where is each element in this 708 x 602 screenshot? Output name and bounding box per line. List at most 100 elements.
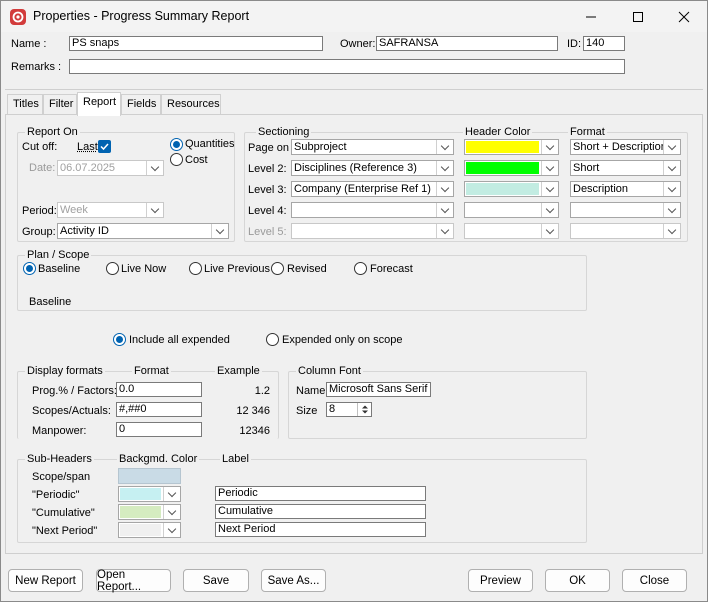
tab-fields[interactable]: Fields [121,94,161,115]
expended-only-on-scope-radio[interactable] [266,333,279,346]
next-period-color-select[interactable] [118,522,181,538]
page-on-color-select[interactable] [464,139,559,155]
tab-report[interactable]: Report [77,92,121,116]
chevron-down-icon [163,523,180,537]
page-on-label: Page on [248,142,289,154]
quantities-radio[interactable] [170,138,183,151]
baseline-label: Baseline [38,263,81,275]
name-label: Name : [11,38,47,50]
group-label: Group: [22,226,56,238]
chevron-down-icon [436,182,453,196]
name-field[interactable]: PS snaps [69,36,323,51]
include-all-expended-radio[interactable] [113,333,126,346]
chevron-down-icon [436,224,453,238]
id-field[interactable]: 140 [583,36,625,51]
color-swatch [120,524,161,536]
cumulative-label-field[interactable]: Cumulative [215,504,426,519]
chevron-down-icon [436,203,453,217]
maximize-button[interactable] [615,1,661,32]
revised-radio[interactable] [271,262,284,275]
remarks-field[interactable] [69,59,625,74]
periodic-label-field[interactable]: Periodic [215,486,426,501]
manpower-format-field[interactable]: 0 [116,422,202,437]
sectioning-title: Sectioning [256,126,312,138]
format-title: Format [568,126,607,138]
tab-filter[interactable]: Filter [43,94,77,115]
close-window-button[interactable] [661,1,707,32]
chevron-down-icon [436,161,453,175]
revised-label: Revised [287,263,327,275]
level-5-select[interactable] [291,223,454,239]
level-3-select[interactable]: Company (Enterprise Ref 1) [291,181,454,197]
last-checkbox[interactable] [98,140,111,153]
tab-resources[interactable]: Resources [161,94,221,115]
baseline-radio[interactable] [23,262,36,275]
live-previous-radio[interactable] [189,262,202,275]
close-button[interactable]: Close [622,569,687,592]
level-2-select[interactable]: Disciplines (Reference 3) [291,160,454,176]
font-size-label: Size [296,405,318,417]
background-color-header: Backgmd. Color [117,453,200,465]
ok-button[interactable]: OK [545,569,610,592]
level-3-format-value: Description [573,183,629,195]
chevron-down-icon [541,161,558,175]
open-report-button[interactable]: Open Report... [96,569,171,593]
periodic-color-select[interactable] [118,486,181,502]
app-logo-icon [10,9,26,25]
live-now-radio[interactable] [106,262,119,275]
chevron-down-icon [663,224,680,238]
new-report-button[interactable]: New Report [8,569,83,592]
group-select[interactable]: Activity ID [57,223,229,239]
save-as-button[interactable]: Save As... [261,569,326,592]
manpower-label: Manpower: [32,425,87,437]
level-5-format-select[interactable] [570,223,681,239]
level-5-color-select[interactable] [464,223,559,239]
prog-factors-example: 1.2 [254,385,270,397]
close-icon [678,11,690,22]
chevron-down-icon [541,224,558,238]
period-select[interactable]: Week [57,202,164,218]
date-picker[interactable]: 06.07.2025 [57,160,164,176]
group-value: Activity ID [60,225,109,237]
forecast-label: Forecast [370,263,413,275]
cutoff-label: Cut off: [22,141,58,153]
level-3-value: Company (Enterprise Ref 1) [294,183,431,195]
level-2-label: Level 2: [248,163,287,175]
window-title: Properties - Progress Summary Report [33,9,250,23]
font-size-spinner[interactable]: 8 [326,402,372,417]
level-4-label: Level 4: [248,205,287,217]
properties-window: Properties - Progress Summary Report Nam… [0,0,708,602]
scopes-actuals-format-field[interactable]: #,##0 [116,402,202,417]
minimize-button[interactable] [568,1,614,32]
spinner-arrows[interactable] [357,403,371,416]
cost-radio[interactable] [170,153,183,166]
level-4-select[interactable] [291,202,454,218]
color-swatch [120,506,161,518]
next-period-label-field[interactable]: Next Period [215,522,426,537]
cumulative-color-select[interactable] [118,504,181,520]
owner-field[interactable]: SAFRANSA [376,36,558,51]
level-3-color-select[interactable] [464,181,559,197]
tab-titles[interactable]: Titles [7,94,43,115]
sub-headers-title: Sub-Headers [25,453,94,465]
chevron-down-icon [541,203,558,217]
color-swatch [466,141,539,153]
include-all-expended-label: Include all expended [129,334,230,346]
font-size-value: 8 [329,403,336,415]
font-name-field[interactable]: Microsoft Sans Serif [326,382,431,397]
prog-factors-format-field[interactable]: 0.0 [116,382,202,397]
level-2-format-select[interactable]: Short [570,160,681,176]
preview-button[interactable]: Preview [468,569,533,592]
forecast-radio[interactable] [354,262,367,275]
level-4-color-select[interactable] [464,202,559,218]
save-button[interactable]: Save [183,569,249,592]
page-on-select[interactable]: Subproject [291,139,454,155]
page-on-format-select[interactable]: Short + Description [570,139,681,155]
level-3-format-select[interactable]: Description [570,181,681,197]
chevron-down-icon [211,224,228,238]
scope-span-color-select[interactable] [118,468,181,484]
chevron-down-icon [663,182,680,196]
chevron-down-icon [163,487,180,501]
level-2-color-select[interactable] [464,160,559,176]
level-4-format-select[interactable] [570,202,681,218]
